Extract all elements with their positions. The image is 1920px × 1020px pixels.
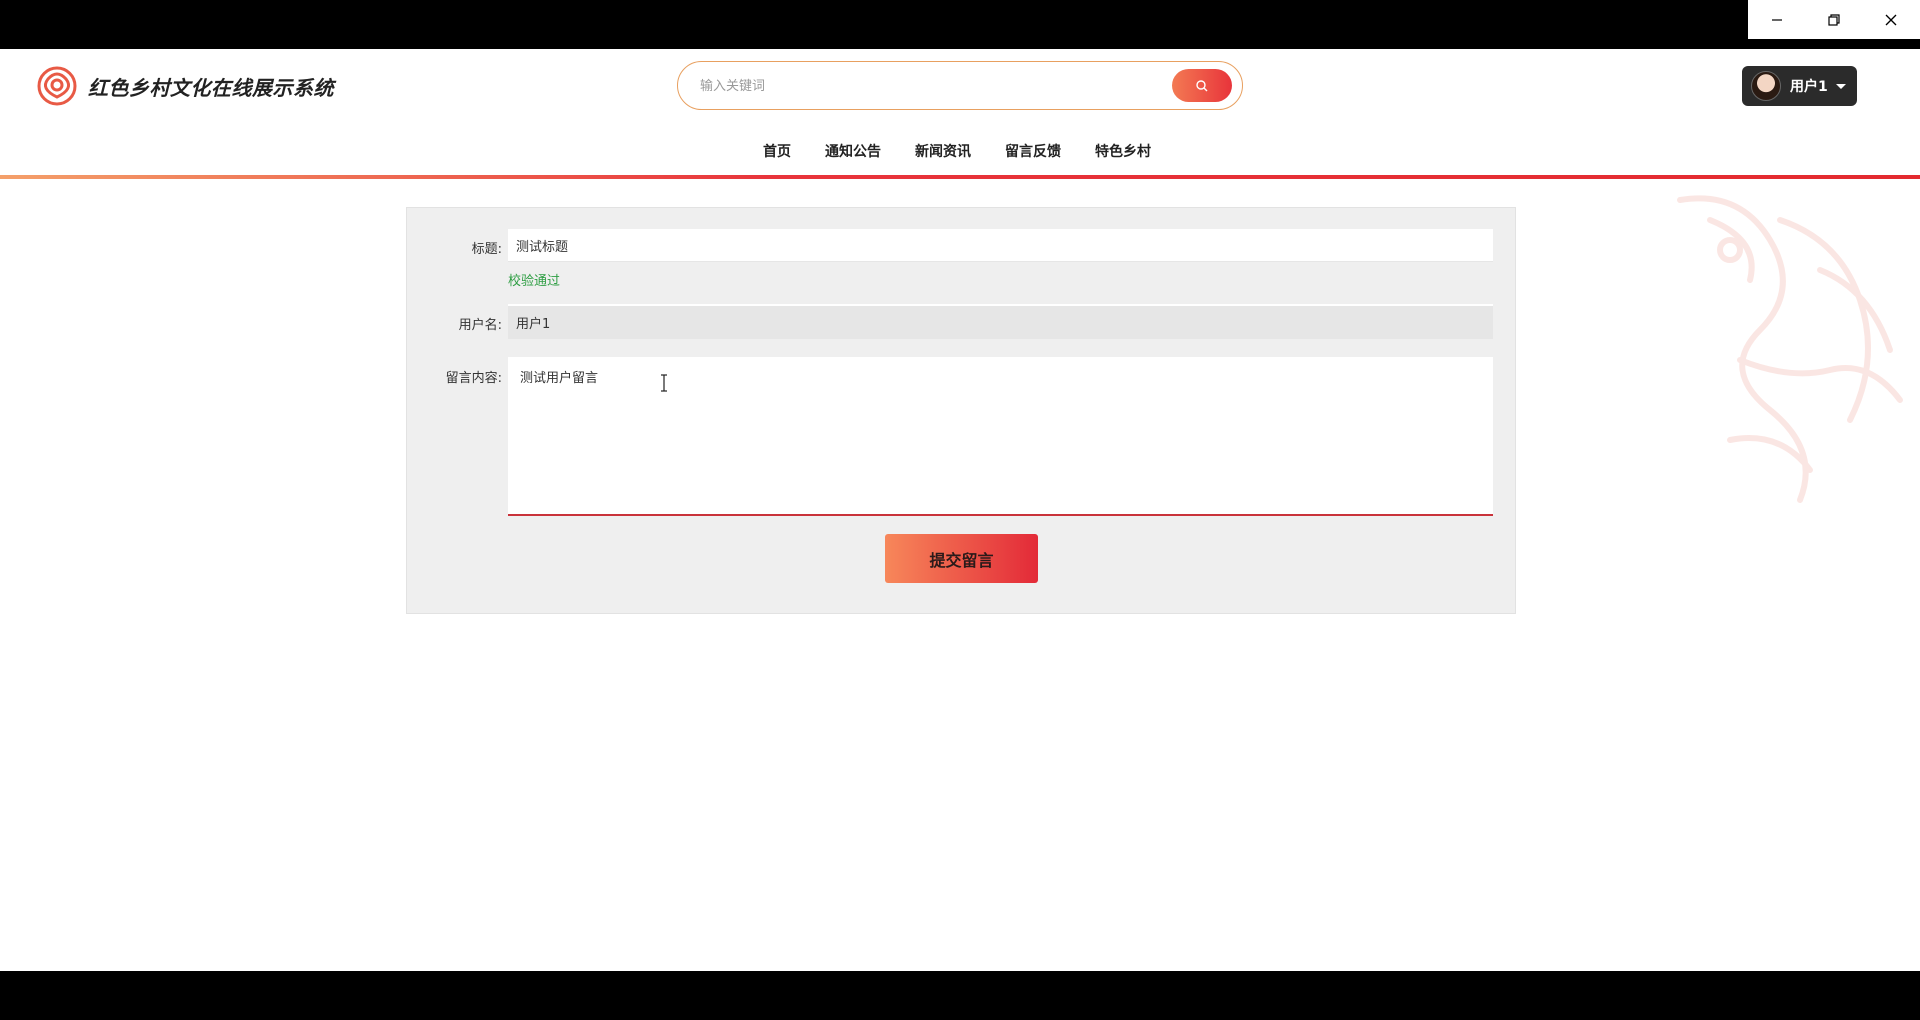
site-logo[interactable]: 红色乡村文化在线展示系统 [36,65,334,107]
search-input[interactable] [698,62,1142,111]
title-label: 标题: [471,242,502,257]
search-icon [1196,79,1208,91]
window-titlebar [0,0,1920,49]
restore-button[interactable] [1805,0,1862,39]
feedback-form: 标题: 校验通过 用户名: 留言内容: 测试用户留言 提交留言 [406,207,1516,614]
search-button[interactable] [1172,69,1232,102]
user-menu[interactable]: 用户1 [1742,66,1857,106]
site-title: 红色乡村文化在线展示系统 [88,75,334,100]
minimize-button[interactable] [1748,0,1805,39]
chevron-down-icon [1835,83,1846,89]
nav-item-feedback[interactable]: 留言反馈 [1005,141,1061,161]
main-nav: 首页 通知公告 新闻资讯 留言反馈 特色乡村 [0,141,1920,161]
username-field [508,304,1493,339]
nav-item-news[interactable]: 新闻资讯 [915,141,971,161]
username-label: 用户名: [458,318,502,333]
content-label: 留言内容: [445,371,502,386]
user-name: 用户1 [1790,79,1828,95]
window-bottom-bar [0,971,1920,1020]
close-icon [1885,14,1896,25]
text-cursor-icon [661,374,667,392]
submit-feedback-button[interactable]: 提交留言 [885,534,1038,583]
title-input[interactable] [508,229,1493,262]
nav-item-home[interactable]: 首页 [763,141,791,161]
nav-item-notices[interactable]: 通知公告 [825,141,881,161]
minimize-icon [1771,18,1782,21]
close-button[interactable] [1862,0,1919,39]
restore-icon [1827,13,1840,26]
search-bar [677,61,1243,111]
site-header: 红色乡村文化在线展示系统 用户1 首页 通知公告 新闻资讯 留言反馈 特色乡村 [0,49,1920,176]
content-textarea[interactable]: 测试用户留言 [508,357,1493,516]
avatar [1751,71,1781,101]
title-validation-message: 校验通过 [508,274,561,289]
logo-icon [37,66,77,106]
nav-item-featured-villages[interactable]: 特色乡村 [1095,141,1151,161]
window-controls [1748,0,1920,39]
dragon-watermark-icon [1677,195,1903,503]
header-divider [0,175,1920,179]
